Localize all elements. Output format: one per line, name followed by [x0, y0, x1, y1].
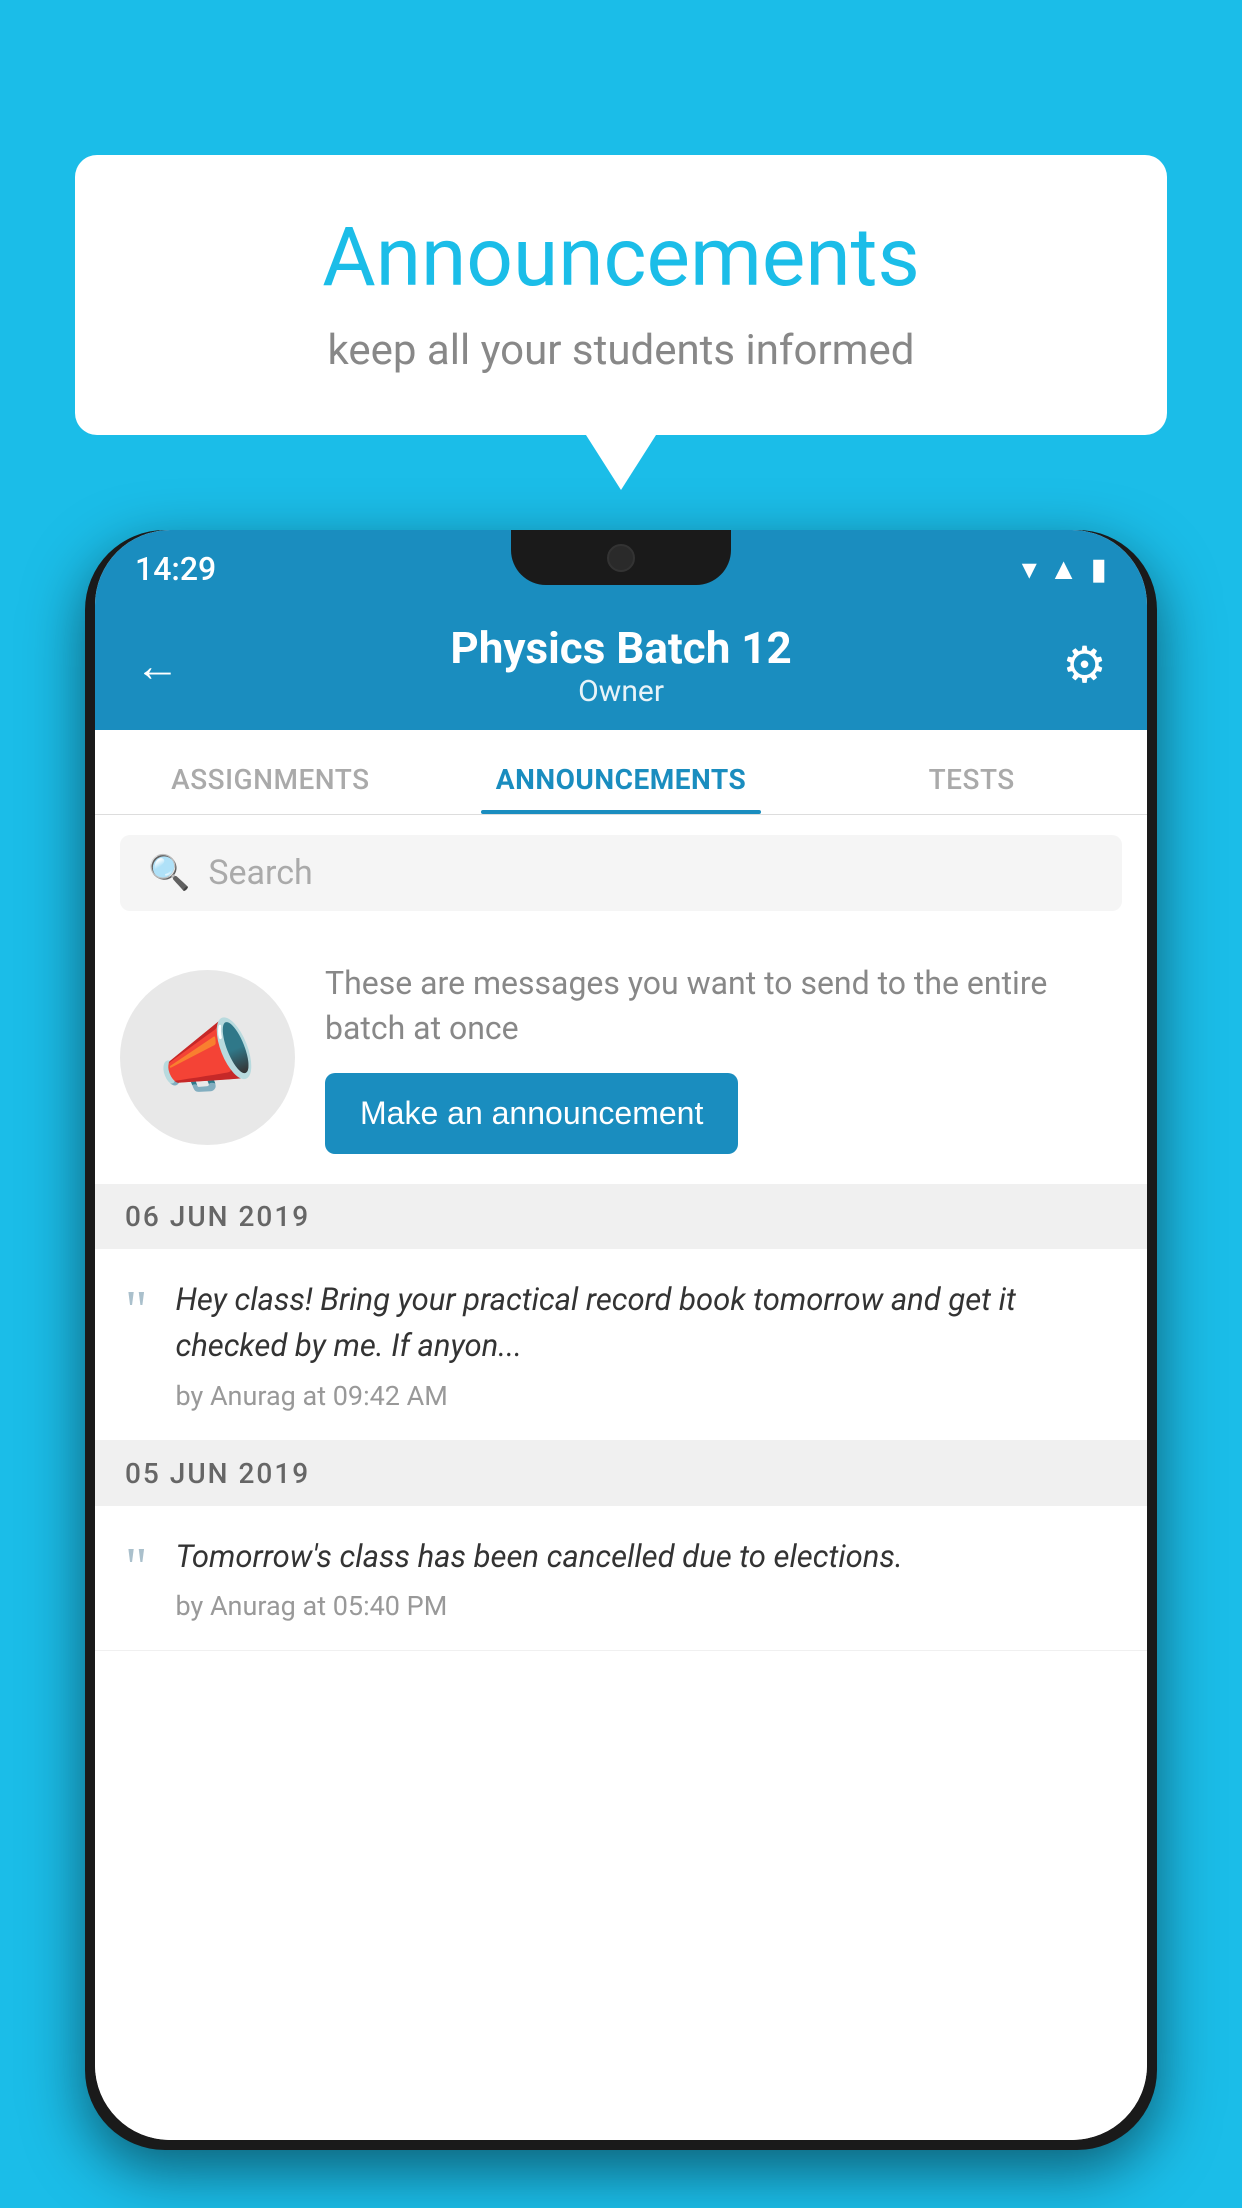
battery-icon: ▮ [1090, 552, 1107, 587]
app-header: ← Physics Batch 12 Owner ⚙ [95, 600, 1147, 730]
batch-name: Physics Batch 12 [450, 622, 791, 674]
promo-description: These are messages you want to send to t… [325, 961, 1122, 1051]
announcement-meta-1: by Anurag at 09:42 AM [175, 1380, 1117, 1412]
date-separator-2: 05 JUN 2019 [95, 1441, 1147, 1506]
speech-bubble-arrow [586, 435, 656, 490]
announcement-item-1[interactable]: " Hey class! Bring your practical record… [95, 1249, 1147, 1441]
speech-bubble-subtitle: keep all your students informed [135, 326, 1107, 375]
phone-screen: 14:29 ▾ ▲ ▮ ← Physics Batch 12 Owner ⚙ [95, 530, 1147, 2140]
front-camera [607, 544, 635, 572]
speech-bubble-title: Announcements [135, 210, 1107, 306]
announcement-content-2: Tomorrow's class has been cancelled due … [175, 1534, 1117, 1623]
settings-icon[interactable]: ⚙ [1062, 636, 1107, 695]
user-role: Owner [450, 674, 791, 709]
quote-icon-1: " [125, 1282, 147, 1337]
search-icon: 🔍 [148, 853, 190, 893]
date-separator-1: 06 JUN 2019 [95, 1184, 1147, 1249]
wifi-icon: ▾ [1022, 552, 1037, 587]
tab-assignments[interactable]: ASSIGNMENTS [95, 763, 446, 814]
quote-icon-2: " [125, 1539, 147, 1594]
status-time: 14:29 [135, 550, 216, 588]
speech-bubble: Announcements keep all your students inf… [75, 155, 1167, 435]
signal-icon: ▲ [1049, 552, 1079, 587]
megaphone-icon: 📣 [158, 1010, 258, 1104]
announcement-item-2[interactable]: " Tomorrow's class has been cancelled du… [95, 1506, 1147, 1652]
phone-container: 14:29 ▾ ▲ ▮ ← Physics Batch 12 Owner ⚙ [85, 530, 1157, 2208]
announcement-content-1: Hey class! Bring your practical record b… [175, 1277, 1117, 1412]
tab-announcements[interactable]: ANNOUNCEMENTS [446, 763, 797, 814]
header-title-area: Physics Batch 12 Owner [450, 622, 791, 709]
speech-bubble-area: Announcements keep all your students inf… [75, 155, 1167, 490]
promo-card: 📣 These are messages you want to send to… [95, 931, 1147, 1184]
make-announcement-button[interactable]: Make an announcement [325, 1073, 738, 1154]
search-container: 🔍 Search [95, 815, 1147, 931]
tab-tests[interactable]: TESTS [796, 763, 1147, 814]
promo-content: These are messages you want to send to t… [325, 961, 1122, 1154]
phone-frame: 14:29 ▾ ▲ ▮ ← Physics Batch 12 Owner ⚙ [85, 530, 1157, 2150]
announcement-text-2: Tomorrow's class has been cancelled due … [175, 1534, 1117, 1581]
search-placeholder: Search [208, 853, 312, 893]
status-icons: ▾ ▲ ▮ [1022, 552, 1107, 587]
back-button[interactable]: ← [135, 639, 180, 692]
announcement-meta-2: by Anurag at 05:40 PM [175, 1590, 1117, 1622]
tab-bar: ASSIGNMENTS ANNOUNCEMENTS TESTS [95, 730, 1147, 815]
announcement-text-1: Hey class! Bring your practical record b… [175, 1277, 1117, 1370]
phone-notch [511, 530, 731, 585]
search-bar[interactable]: 🔍 Search [120, 835, 1122, 911]
content-area: 🔍 Search 📣 These are messages you want t… [95, 815, 1147, 2140]
promo-icon-circle: 📣 [120, 970, 295, 1145]
